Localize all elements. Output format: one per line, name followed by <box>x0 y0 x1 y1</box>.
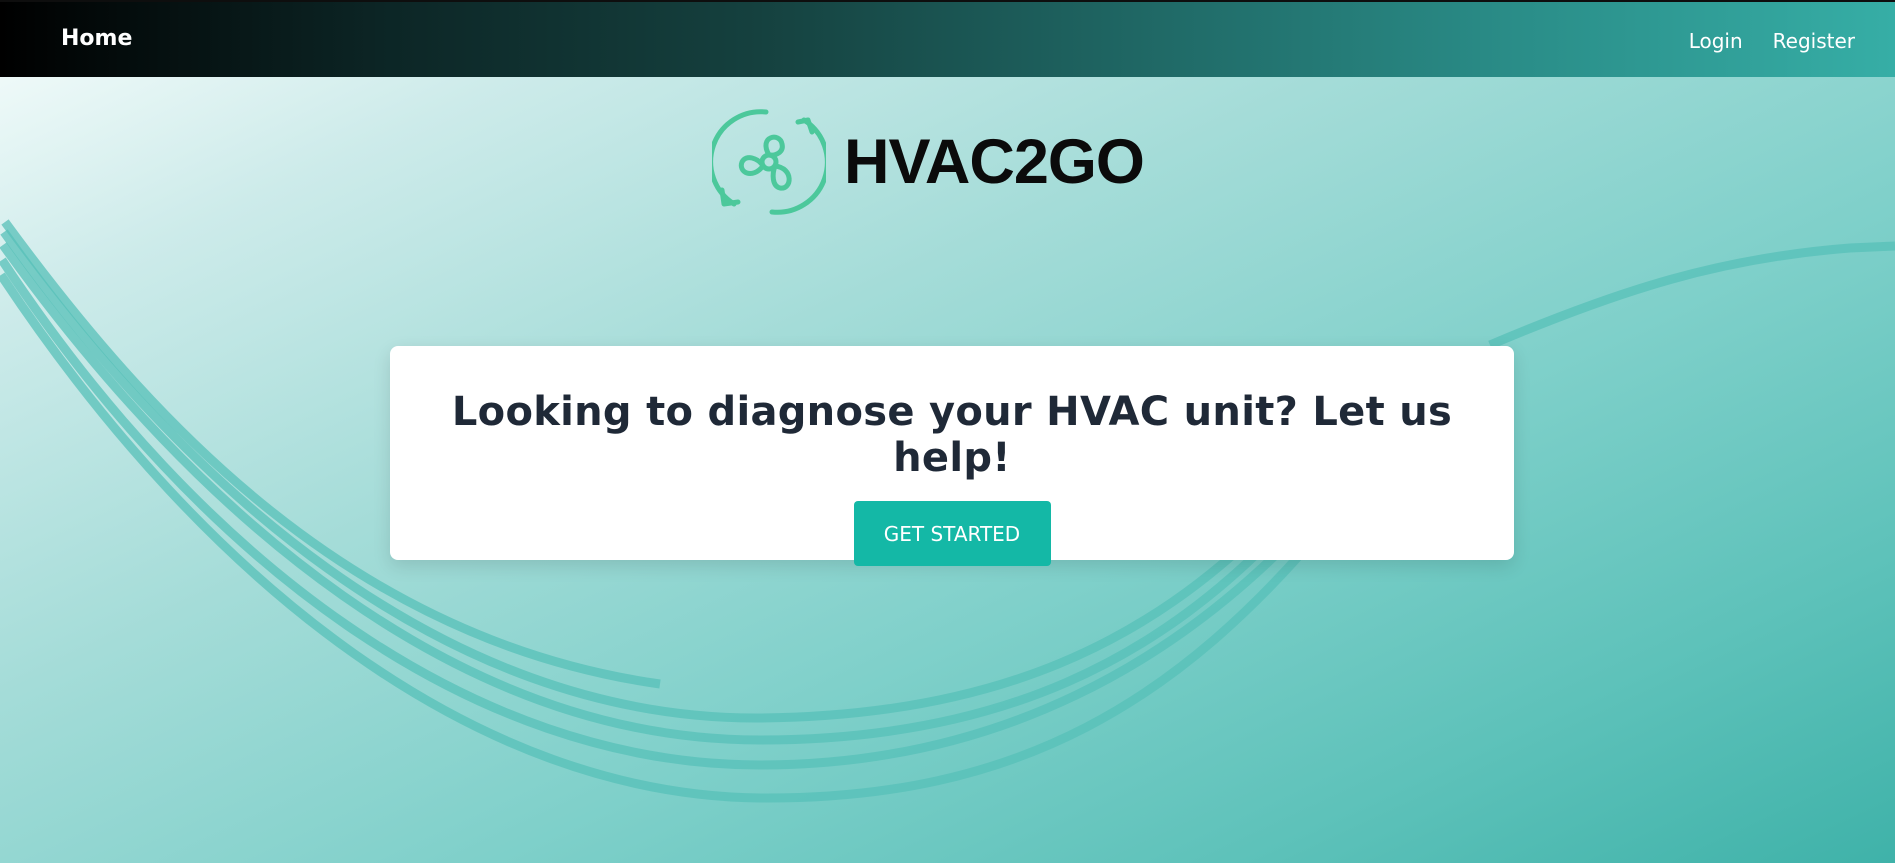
fan-recycle-icon <box>712 109 826 215</box>
swoosh-line <box>1488 241 1895 350</box>
hero-title: Looking to diagnose your HVAC unit? Let … <box>451 389 1453 481</box>
brand-logo-text: HVAC2GO <box>844 127 1145 197</box>
brand-logo: HVAC2GO <box>712 106 1145 218</box>
nav-register-link[interactable]: Register <box>1773 29 1855 53</box>
nav-login-link[interactable]: Login <box>1689 29 1743 53</box>
nav-auth-links: Login Register <box>1689 29 1855 53</box>
hero-card: Looking to diagnose your HVAC unit? Let … <box>390 346 1514 566</box>
top-navbar: Home Login Register <box>0 0 1895 77</box>
nav-home-link[interactable]: Home <box>61 26 132 51</box>
get-started-button[interactable]: GET STARTED <box>853 501 1051 566</box>
